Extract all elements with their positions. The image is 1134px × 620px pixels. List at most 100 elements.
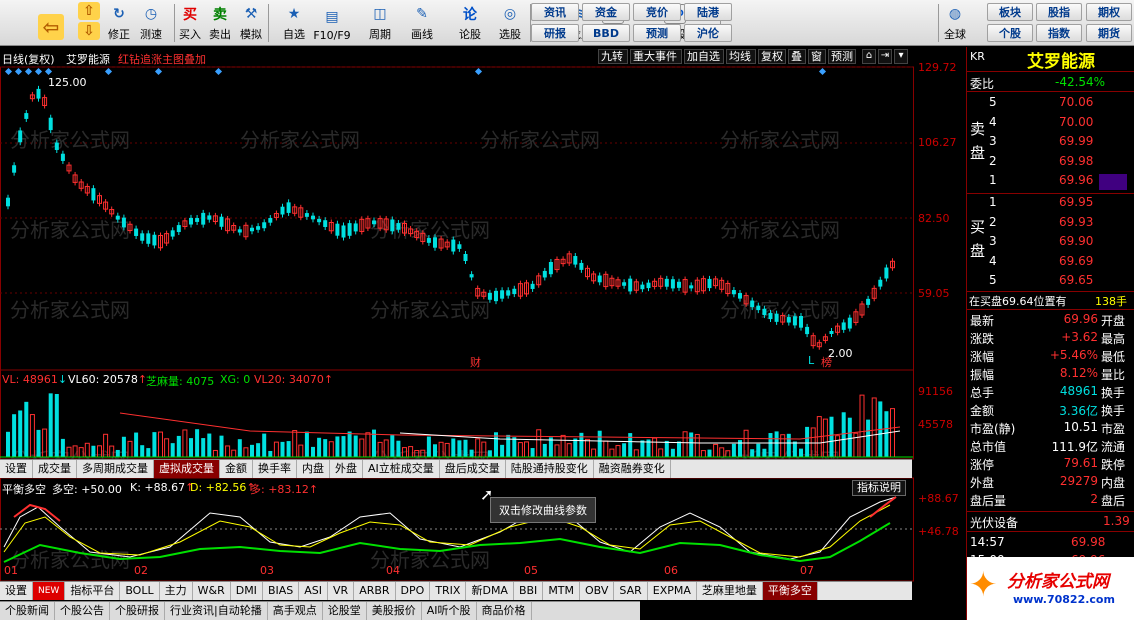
small-button-12[interactable]: 期权 — [1086, 3, 1132, 21]
toolbar-button-4[interactable]: ⚒ 模拟 — [236, 2, 266, 44]
stock-name: 艾罗能源 — [66, 53, 110, 66]
chart-menu-1[interactable]: 重大事件 — [630, 49, 682, 64]
toolbar-button-7[interactable]: ◫ 周期 — [358, 2, 402, 44]
bottom-tab-2[interactable]: 个股研报 — [110, 602, 165, 620]
chart-menu-0[interactable]: 九转 — [598, 49, 628, 64]
volume-tab-10[interactable]: 陆股通持股变化 — [506, 460, 594, 478]
volume-tab-3[interactable]: 虚拟成交量 — [154, 460, 220, 478]
bottom-tab-7[interactable]: AI听个股 — [422, 602, 477, 620]
indicator-tab-14[interactable]: BBI — [514, 582, 544, 600]
buy-2-price[interactable]: 69.93 — [1059, 215, 1093, 229]
chart-menu-6[interactable]: 窗 — [808, 49, 826, 64]
indicator-tab-5[interactable]: W&R — [193, 582, 231, 600]
small-button-6[interactable]: 陆港 — [684, 3, 732, 21]
sell-5-price[interactable]: 70.06 — [1059, 95, 1093, 109]
bottom-tab-8[interactable]: 商品价格 — [477, 602, 532, 620]
small-button-9[interactable]: 个股 — [987, 24, 1033, 42]
small-button-10[interactable]: 股指 — [1036, 3, 1082, 21]
toolbar-button-16[interactable]: ◍ 全球 — [940, 2, 970, 44]
bottom-tab-3[interactable]: 行业资讯|自动轮播 — [165, 602, 268, 620]
indicator-tab-0[interactable]: 设置 — [0, 582, 33, 600]
toolbar-button-8[interactable]: ✎ 画线 — [400, 2, 444, 44]
indicator-tab-4[interactable]: 主力 — [160, 582, 193, 600]
indicator-tab-13[interactable]: 新DMA — [466, 582, 514, 600]
small-button-0[interactable]: 资讯 — [531, 3, 579, 21]
lock-icon[interactable]: ⌂ — [862, 49, 876, 64]
volume-tab-8[interactable]: AI立桩成交量 — [363, 460, 440, 478]
candle-down — [768, 312, 773, 320]
indicator-tab-17[interactable]: SAR — [614, 582, 648, 600]
toolbar-button-3[interactable]: 卖卖出 — [205, 2, 235, 44]
volume-tab-1[interactable]: 成交量 — [33, 460, 77, 478]
toolbar-button-0[interactable]: ↻ 修正 — [104, 2, 134, 44]
small-button-3[interactable]: BBD — [582, 24, 630, 42]
bottom-tab-1[interactable]: 个股公告 — [55, 602, 110, 620]
candle-down — [18, 130, 23, 143]
chart-menu-5[interactable]: 叠 — [788, 49, 806, 64]
volume-tab-2[interactable]: 多周期成交量 — [77, 460, 154, 478]
small-button-13[interactable]: 期货 — [1086, 24, 1132, 42]
toolbar-button-1[interactable]: ◷ 测速 — [136, 2, 166, 44]
indicator-tab-2[interactable]: 指标平台 — [65, 582, 121, 600]
event-l-marker[interactable]: L — [808, 354, 814, 367]
volume-bar-up — [359, 438, 365, 458]
indicator-tab-6[interactable]: DMI — [231, 582, 263, 600]
bottom-tab-6[interactable]: 美股报价 — [367, 602, 422, 620]
toolbar-button-10[interactable]: ◎ 选股 — [488, 2, 532, 44]
volume-tab-0[interactable]: 设置 — [0, 460, 33, 478]
buy-5-price[interactable]: 69.65 — [1059, 273, 1093, 287]
small-button-5[interactable]: 预测 — [633, 24, 681, 42]
bottom-tab-4[interactable]: 高手观点 — [268, 602, 323, 620]
toolbar-button-6[interactable]: ▤ F10/F9 — [310, 2, 354, 44]
dropdown-icon[interactable]: ▾ — [894, 49, 908, 64]
buy-1-price[interactable]: 69.95 — [1059, 195, 1093, 209]
expand-icon[interactable]: ⇥ — [878, 49, 892, 64]
volume-tab-5[interactable]: 换手率 — [253, 460, 297, 478]
indicator-help-button[interactable]: 指标说明 — [852, 480, 906, 496]
indicator-tab-20[interactable]: 平衡多空 — [762, 582, 818, 600]
sell-3-price[interactable]: 69.99 — [1059, 134, 1093, 148]
volume-tab-7[interactable]: 外盘 — [330, 460, 363, 478]
indicator-tab-7[interactable]: BIAS — [263, 582, 300, 600]
toolbar-button-2[interactable]: 买买入 — [175, 2, 205, 44]
chart-canvas[interactable]: 分析家公式网 分析家公式网 分析家公式网 分析家公式网分析家公式网 分析家公式网 分析家公… — [0, 47, 966, 620]
sell-4-price[interactable]: 70.00 — [1059, 115, 1093, 129]
volume-tab-9[interactable]: 盘后成交量 — [440, 460, 506, 478]
event-cai-marker[interactable]: 财 — [470, 354, 481, 370]
event-bang-marker[interactable]: 榜 — [821, 354, 832, 370]
volume-tab-6[interactable]: 内盘 — [297, 460, 330, 478]
indicator-tab-10[interactable]: ARBR — [354, 582, 396, 600]
volume-tab-4[interactable]: 金额 — [220, 460, 253, 478]
indicator-tab-9[interactable]: VR — [328, 582, 355, 600]
small-button-1[interactable]: 研报 — [531, 24, 579, 42]
sell-2-price[interactable]: 69.98 — [1059, 154, 1093, 168]
indicator-tab-12[interactable]: TRIX — [430, 582, 467, 600]
sell-1-price[interactable]: 69.96 — [1059, 173, 1093, 187]
indicator-tab-18[interactable]: EXPMA — [648, 582, 697, 600]
small-button-8[interactable]: 板块 — [987, 3, 1033, 21]
small-button-11[interactable]: 指数 — [1036, 24, 1082, 42]
volume-tab-11[interactable]: 融资融券变化 — [594, 460, 671, 478]
chart-menu-3[interactable]: 均线 — [726, 49, 756, 64]
chart-menu-2[interactable]: 加自选 — [684, 49, 724, 64]
indicator-tab-15[interactable]: MTM — [543, 582, 581, 600]
indicator-tab-1[interactable]: NEW — [33, 582, 66, 600]
buy-4-price[interactable]: 69.69 — [1059, 254, 1093, 268]
indicator-tab-8[interactable]: ASI — [299, 582, 329, 600]
bottom-tab-0[interactable]: 个股新闻 — [0, 602, 55, 620]
bottom-tab-5[interactable]: 论股堂 — [323, 602, 367, 620]
small-button-7[interactable]: 沪伦 — [684, 24, 732, 42]
back-button[interactable]: ⇦ — [36, 2, 66, 44]
indicator-tab-3[interactable]: BOLL — [120, 582, 160, 600]
chart-menu-4[interactable]: 复权 — [758, 49, 786, 64]
small-button-4[interactable]: 竞价 — [633, 3, 681, 21]
up-down-button[interactable]: ⇧ ⇩ — [74, 2, 104, 44]
chart-menu-7[interactable]: 预测 — [828, 49, 856, 64]
buy-3-price[interactable]: 69.90 — [1059, 234, 1093, 248]
indicator-tab-19[interactable]: 芝麻里地量 — [697, 582, 763, 600]
toolbar-button-9[interactable]: 论论股 — [448, 2, 492, 44]
indicator-tab-16[interactable]: OBV — [580, 582, 615, 600]
industry-name[interactable]: 光伏设备 — [970, 514, 1018, 531]
indicator-tab-11[interactable]: DPO — [396, 582, 431, 600]
small-button-2[interactable]: 资金 — [582, 3, 630, 21]
